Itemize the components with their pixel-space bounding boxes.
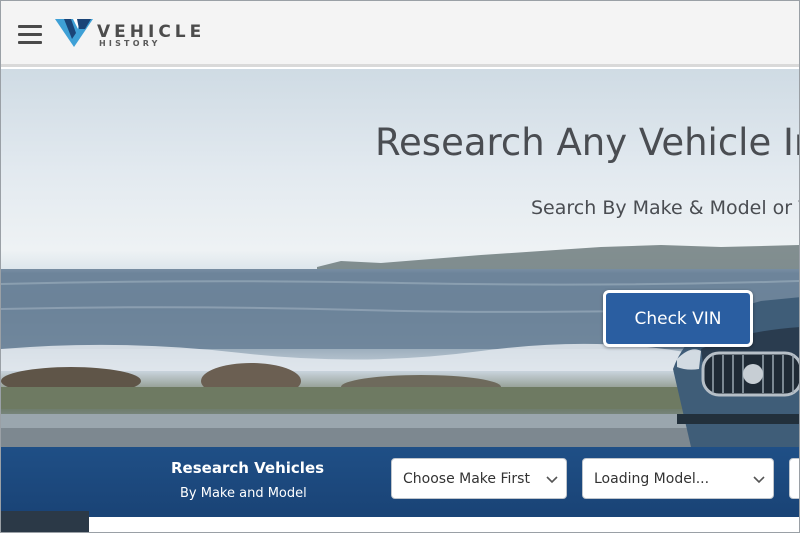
make-select[interactable]: Choose Make First xyxy=(391,458,567,499)
model-select[interactable]: Loading Model... xyxy=(582,458,774,499)
hero-banner: Research Any Vehicle In Search By Make &… xyxy=(1,69,800,447)
model-select-value: Loading Model... xyxy=(594,470,710,487)
browser-viewport: VEHICLE HISTORY Research Any Vehicle In … xyxy=(0,0,800,533)
page-bottom-strip xyxy=(1,511,799,532)
year-select[interactable] xyxy=(789,458,799,499)
hamburger-menu-icon[interactable] xyxy=(18,25,42,45)
research-title: Research Vehicles xyxy=(171,459,325,477)
research-vehicles-bar: Research Vehicles By Make and Model Choo… xyxy=(1,447,799,511)
make-select-value: Choose Make First xyxy=(403,470,530,487)
chevron-down-icon xyxy=(546,476,558,484)
site-header: VEHICLE HISTORY xyxy=(1,1,799,67)
chevron-down-icon xyxy=(753,476,765,484)
hero-subtitle: Search By Make & Model or V xyxy=(531,197,800,219)
content-panel-edge xyxy=(89,517,799,532)
bottom-dark-block xyxy=(1,511,89,532)
hero-title: Research Any Vehicle In xyxy=(375,121,800,164)
check-vin-button[interactable]: Check VIN xyxy=(603,290,753,347)
logo-subtitle: HISTORY xyxy=(99,39,161,48)
site-logo[interactable]: VEHICLE HISTORY xyxy=(55,17,230,53)
research-subtitle: By Make and Model xyxy=(180,486,307,501)
logo-mark-icon xyxy=(55,19,93,47)
